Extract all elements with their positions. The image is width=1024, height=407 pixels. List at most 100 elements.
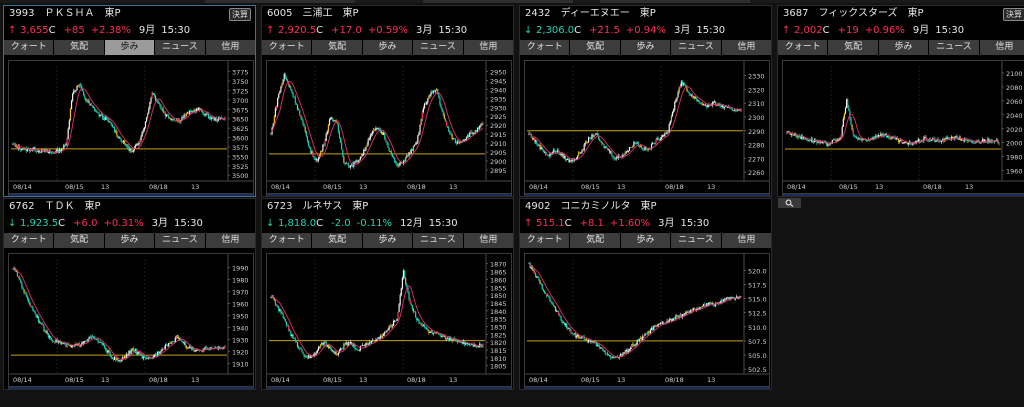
tab-news[interactable]: ニュース: [155, 40, 205, 55]
candle-body: [975, 142, 977, 144]
tab-quote[interactable]: クォート: [520, 233, 570, 248]
candle-body: [318, 346, 321, 348]
tab-margin[interactable]: 信用: [205, 40, 255, 55]
tab-quote[interactable]: クォート: [778, 40, 828, 55]
tab-ticks[interactable]: 歩み: [104, 40, 155, 55]
y-tick-label: 1840: [490, 308, 507, 316]
tab-quote[interactable]: クォート: [520, 40, 570, 55]
candle-body: [439, 334, 441, 335]
tab-board[interactable]: 気配: [54, 233, 104, 248]
candle-body: [568, 328, 570, 329]
candle-body: [386, 330, 388, 332]
candle-body: [589, 137, 591, 139]
candle-body: [579, 152, 581, 154]
candle-body: [100, 114, 102, 116]
candle-body: [444, 118, 447, 122]
candle-body: [660, 322, 663, 324]
tab-margin[interactable]: 信用: [721, 40, 771, 55]
tab-board[interactable]: 気配: [570, 233, 620, 248]
y-tick-label: 1940: [232, 325, 249, 333]
candle-body: [727, 297, 729, 300]
price-chart[interactable]: 2950 2945 2940 2935 2930 2925 2920 2915 2910 2905…: [266, 60, 512, 194]
tab-margin[interactable]: 信用: [463, 40, 513, 55]
tab-quote[interactable]: クォート: [4, 233, 54, 248]
candle-body: [853, 134, 855, 137]
candle-body: [423, 325, 426, 328]
stock-panel[interactable]: 3687 フィックスターズ 東P 決算 ↑ 2,002C +19 +0.96% 9月 15:30 ク…: [777, 5, 1024, 197]
price-chart[interactable]: 1870 1865 1860 1855 1850 1845 1840 1835 1830 1825…: [266, 253, 512, 387]
stock-panel[interactable]: 6762 ＴＤＫ 東P ↓ 1,923.5C +6.0 +0.31% 3月 15:30 クォート気…: [3, 198, 256, 390]
candle-body: [440, 104, 442, 108]
tab-ticks[interactable]: 歩み: [620, 233, 671, 248]
tab-board[interactable]: 気配: [570, 40, 620, 55]
tab-ticks[interactable]: 歩み: [620, 40, 671, 55]
top-tab[interactable]: [600, 0, 750, 3]
candle-body: [452, 138, 454, 140]
candle-body: [658, 323, 660, 325]
stock-panel[interactable]: 2432 ディーエヌエー 東P ↓ 2,306.0C +21.5 +0.94% 3月 15:30…: [519, 5, 772, 197]
candle-body: [480, 125, 482, 127]
candle-body: [875, 135, 878, 138]
tab-margin[interactable]: 信用: [721, 233, 771, 248]
tab-ticks[interactable]: 歩み: [878, 40, 929, 55]
earnings-badge[interactable]: 決算: [229, 8, 251, 21]
candle-body: [78, 84, 80, 87]
price-change-pct: -0.11%: [356, 218, 393, 229]
stock-panel[interactable]: 3993 ＰＫＳＨＡ 東P 決算 ↑ 3,655C +85 +2.38% 9月 15:30 クォート…: [3, 5, 256, 197]
tab-ticks[interactable]: 歩み: [362, 233, 413, 248]
candle-body: [189, 346, 191, 348]
tab-news[interactable]: ニュース: [155, 233, 205, 248]
candle-body: [166, 345, 169, 347]
search-button[interactable]: [778, 198, 801, 208]
candle-body: [998, 142, 1000, 144]
tab-ticks[interactable]: 歩み: [362, 40, 413, 55]
tab-margin[interactable]: 信用: [979, 40, 1024, 55]
candle-body: [391, 154, 394, 157]
top-tab[interactable]: [205, 0, 355, 3]
candle-body: [560, 154, 562, 156]
tab-quote[interactable]: クォート: [4, 40, 54, 55]
tab-board[interactable]: 気配: [312, 40, 362, 55]
tab-margin[interactable]: 信用: [205, 233, 255, 248]
candle-body: [153, 354, 155, 358]
candle-body: [904, 141, 906, 143]
candle-body: [642, 336, 644, 340]
price-chart[interactable]: 520.0 517.5 515.0 512.5 510.0 507.5 505.0 502.5…: [524, 253, 770, 387]
candle-body: [317, 157, 320, 161]
tab-board[interactable]: 気配: [312, 233, 362, 248]
tab-quote[interactable]: クォート: [262, 233, 312, 248]
candles: [270, 72, 484, 170]
tab-news[interactable]: ニュース: [671, 233, 721, 248]
tab-news[interactable]: ニュース: [413, 40, 463, 55]
candle-body: [386, 141, 388, 144]
candle-body: [27, 298, 30, 303]
stock-panel[interactable]: 6723 ルネサス 東P ↓ 1,818.0C -2.0 -0.11% 12月 15:30 クォー…: [261, 198, 514, 390]
tab-board[interactable]: 気配: [54, 40, 104, 55]
candle-body: [979, 142, 981, 144]
y-tick-label: 520.0: [748, 267, 767, 275]
earnings-badge[interactable]: 決算: [1003, 8, 1024, 21]
tab-ticks[interactable]: 歩み: [104, 233, 155, 248]
candle-body: [208, 117, 211, 119]
price-chart[interactable]: 2100 2080 2060 2040 2020 2000 1980 1960 08/14 08/…: [782, 60, 1024, 194]
y-tick-label: 3775: [232, 69, 249, 77]
candle-body: [385, 138, 387, 142]
candle-body: [333, 350, 335, 354]
tab-margin[interactable]: 信用: [463, 233, 513, 248]
tab-quote[interactable]: クォート: [262, 40, 312, 55]
stock-panel[interactable]: 4902 コニカミノルタ 東P ↑ 515.1C +8.1 +1.60% 3月 15:30 クォー…: [519, 198, 772, 390]
tab-news[interactable]: ニュース: [671, 40, 721, 55]
market-label: 東P: [639, 8, 656, 19]
tab-news[interactable]: ニュース: [413, 233, 463, 248]
top-tab[interactable]: [423, 0, 573, 3]
tab-news[interactable]: ニュース: [929, 40, 979, 55]
price-chart[interactable]: 1990 1980 1970 1960 1950 1940 1930 1920 1910 08/1…: [8, 253, 254, 387]
price-chart[interactable]: 2330 2320 2310 2300 2290 2280 2270 2260 08/14 08/…: [524, 60, 770, 194]
stock-name: 三浦工: [302, 8, 333, 19]
price-chart[interactable]: 3775 3750 3725 3700 3675 3650 3625 3600 3575 3550…: [8, 60, 254, 194]
stock-panel[interactable]: 6005 三浦工 東P ↑ 2,920.5C +17.0 +0.59% 3月 15:30 クォート…: [261, 5, 514, 197]
candle-body: [275, 106, 278, 109]
candle-body: [564, 323, 567, 325]
candle-body: [613, 357, 615, 359]
tab-board[interactable]: 気配: [828, 40, 878, 55]
